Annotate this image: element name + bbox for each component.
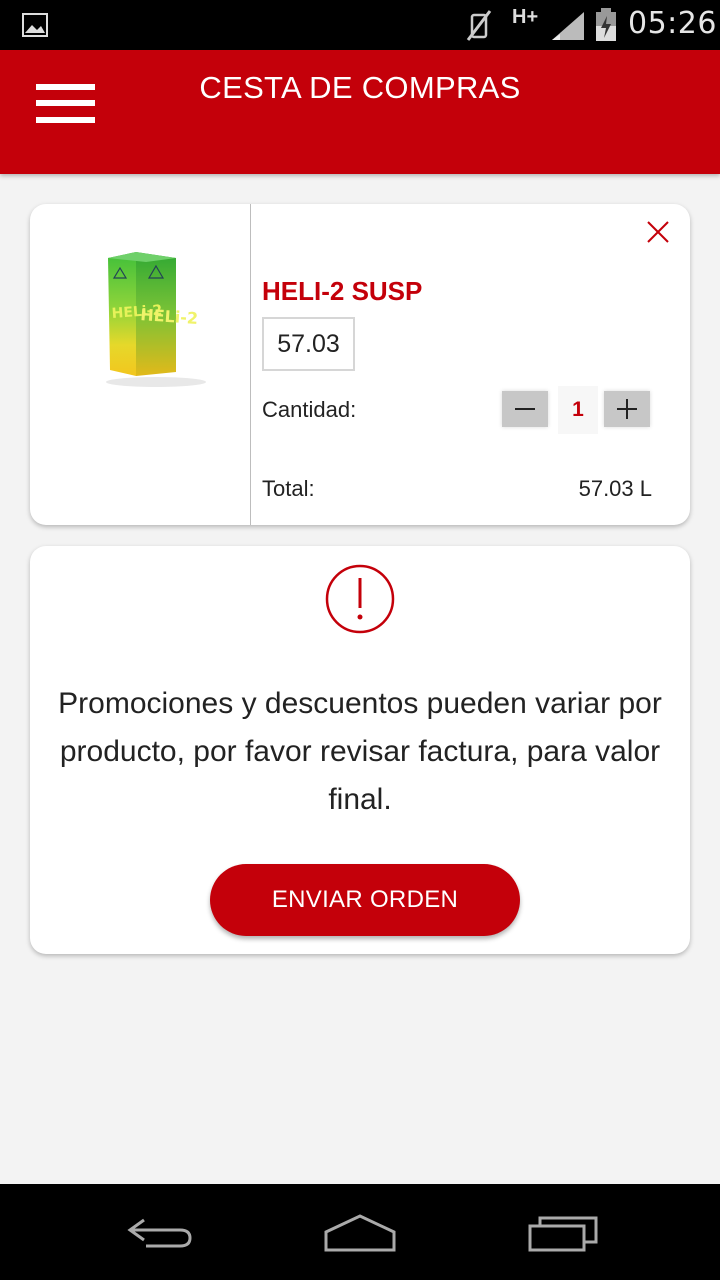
clock: 05:26 [628,6,717,41]
home-icon[interactable] [322,1212,398,1261]
quantity-value[interactable]: 1 [558,386,598,434]
notice-text: Promociones y descuentos pueden variar p… [58,687,662,816]
product-image: HELi-2 HELi-2 [30,204,251,525]
page-title: CESTA DE COMPRAS [199,70,521,105]
total-label: Total: [262,476,315,501]
alert-icon [325,564,395,639]
cart-item-card: HELi-2 HELi-2 HELI-2 SUSP 57.03 Cantidad… [30,204,690,525]
total-value: 57.03 L [578,476,652,501]
close-icon [647,221,669,243]
image-notification-icon [22,13,48,42]
svg-text:HELi-2: HELi-2 [140,305,199,328]
notice-card: Promociones y descuentos pueden variar p… [30,546,690,954]
product-name: HELI-2 SUSP [262,276,423,306]
battery-icon [594,8,618,47]
signal-icon [550,10,586,47]
navigation-bar [0,1184,720,1280]
app-bar: CESTA DE COMPRAS [0,50,720,174]
send-order-button[interactable]: ENVIAR ORDEN [210,864,520,936]
status-bar: H+ 05:26 [0,0,720,50]
product-box-icon: HELi-2 HELi-2 [106,252,206,387]
network-type-label: H+ [512,6,539,28]
remove-item-button[interactable] [644,218,672,246]
recent-apps-icon[interactable] [526,1212,600,1261]
back-icon[interactable] [124,1212,196,1261]
quantity-stepper: 1 [498,386,652,434]
quantity-label: Cantidad: [262,397,357,422]
vibrate-off-icon [462,8,496,47]
unit-price: 57.03 [262,317,355,371]
decrease-quantity-button[interactable] [502,391,548,427]
increase-quantity-button[interactable] [604,391,650,427]
